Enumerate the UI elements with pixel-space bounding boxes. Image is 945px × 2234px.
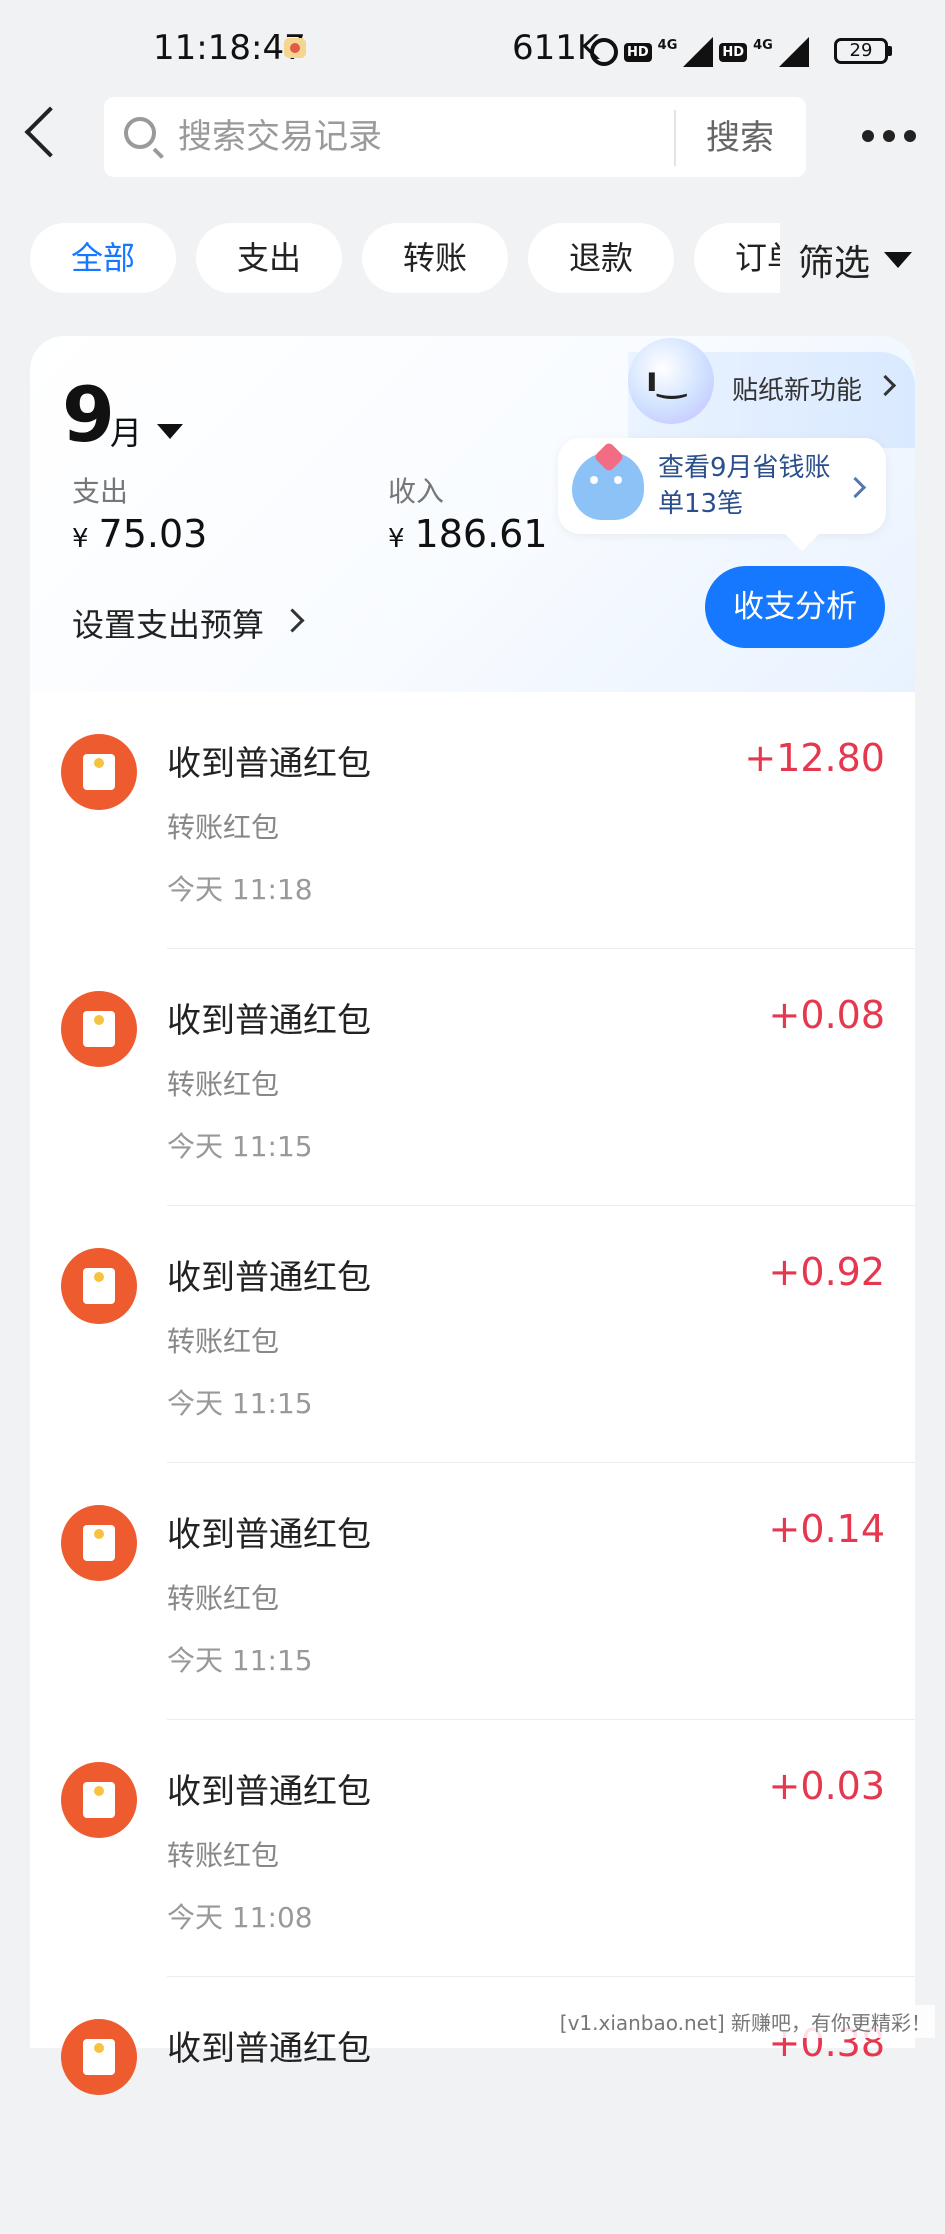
transaction-time: 今天 11:15 — [167, 1644, 313, 1677]
transaction-amount: +0.03 — [768, 1764, 885, 1808]
income-amount: ¥186.61 — [388, 512, 548, 556]
tab-expense[interactable]: 支出 — [196, 223, 342, 293]
filter-button[interactable]: 筛选 — [782, 232, 913, 288]
tab-refund[interactable]: 退款 — [528, 223, 674, 293]
transaction-title: 收到普通红包 — [167, 1001, 371, 1041]
tab-all[interactable]: 全部 — [30, 223, 176, 293]
network-speed: 611K — [512, 28, 600, 68]
list-item[interactable]: 收到普通红包 转账红包 今天 11:15 +0.08 — [30, 949, 915, 1206]
transaction-subtitle: 转账红包 — [167, 1839, 280, 1872]
status-bar: 11:18:47 611K HD 4G HD 4G 29 — [0, 0, 945, 100]
search-button[interactable]: 搜索 — [706, 110, 774, 159]
transaction-title: 收到普通红包 — [167, 1772, 371, 1812]
income-currency: ¥ — [388, 524, 405, 554]
red-packet-icon — [61, 991, 137, 1067]
list-item[interactable]: 收到普通红包 转账红包 今天 11:15 +0.14 — [30, 1463, 915, 1720]
network-type-2: 4G — [753, 37, 773, 53]
savings-bill-text[interactable]: 查看9月省钱账单13笔 — [658, 450, 848, 522]
expense-value: 75.03 — [98, 512, 208, 556]
transaction-time: 今天 11:15 — [167, 1130, 313, 1163]
transaction-list: 收到普通红包 转账红包 今天 11:18 +12.80 收到普通红包 转账红包 … — [30, 692, 915, 2095]
hd-badge-2: HD — [719, 42, 748, 62]
status-time: 11:18:47 — [153, 28, 306, 68]
search-icon — [124, 117, 156, 149]
month-caret-down-icon[interactable] — [157, 424, 183, 439]
transaction-subtitle: 转账红包 — [167, 1325, 280, 1358]
transaction-subtitle: 转账红包 — [167, 1068, 280, 1101]
red-packet-icon — [61, 1505, 137, 1581]
expense-amount: ¥75.03 — [72, 512, 207, 556]
search-divider — [674, 110, 676, 166]
signal-icon-2 — [778, 37, 809, 67]
tab-order[interactable]: 订单 — [694, 223, 780, 293]
transaction-title: 收到普通红包 — [167, 744, 371, 784]
tab-transfer[interactable]: 转账 — [362, 223, 508, 293]
transaction-time: 今天 11:08 — [167, 1901, 313, 1934]
filter-label: 筛选 — [798, 243, 871, 284]
red-packet-icon — [61, 1762, 137, 1838]
caret-down-icon — [884, 252, 913, 268]
search-input[interactable] — [178, 110, 658, 164]
transaction-amount: +0.14 — [768, 1507, 885, 1551]
signal-icon-1 — [683, 37, 714, 67]
month-unit[interactable]: 月 — [110, 408, 142, 454]
income-label: 收入 — [388, 475, 445, 508]
status-icons: HD 4G HD 4G — [590, 32, 809, 72]
income-value: 186.61 — [414, 512, 548, 556]
transaction-title: 收到普通红包 — [167, 2029, 371, 2069]
network-type-1: 4G — [657, 37, 678, 53]
hd-badge-1: HD — [624, 42, 652, 62]
battery-tip — [888, 46, 892, 56]
transaction-time: 今天 11:15 — [167, 1387, 313, 1420]
filter-tabs: 全部 支出 转账 退款 订单 — [30, 223, 780, 295]
more-dots-icon[interactable] — [862, 130, 916, 142]
transaction-title: 收到普通红包 — [167, 1258, 371, 1298]
transaction-title: 收到普通红包 — [167, 1515, 371, 1555]
transaction-amount: +12.80 — [744, 736, 885, 780]
red-packet-icon — [61, 734, 137, 810]
income-expense-analysis-button[interactable]: 收支分析 — [705, 566, 885, 648]
transaction-time: 今天 11:18 — [167, 873, 313, 906]
list-item[interactable]: 收到普通红包 转账红包 今天 11:18 +12.80 — [30, 692, 915, 949]
expense-label: 支出 — [72, 475, 129, 508]
battery-icon: 29 — [834, 38, 888, 64]
transaction-amount: +0.08 — [768, 993, 885, 1037]
month-number[interactable]: 9 — [62, 370, 115, 459]
expense-currency: ¥ — [72, 524, 89, 554]
smiley-face-icon: ı‿ — [646, 360, 686, 400]
piggy-bank-icon — [572, 452, 644, 520]
set-budget-link[interactable]: 设置支出预算 — [72, 600, 264, 646]
red-packet-icon — [61, 1248, 137, 1324]
sticker-feature-label[interactable]: 贴纸新功能 — [732, 370, 862, 407]
transaction-subtitle: 转账红包 — [167, 811, 280, 844]
red-packet-icon — [61, 2019, 137, 2095]
transaction-subtitle: 转账红包 — [167, 1582, 280, 1615]
notification-eye-icon — [284, 38, 306, 58]
list-item[interactable]: 收到普通红包 转账红包 今天 11:08 +0.03 — [30, 1720, 915, 1977]
watermark-text: [v1.xianbao.net] 新赚吧，有你更精彩！ — [555, 2005, 935, 2038]
alarm-icon — [590, 38, 618, 66]
list-item[interactable]: 收到普通红包 转账红包 今天 11:15 +0.92 — [30, 1206, 915, 1463]
transaction-amount: +0.92 — [768, 1250, 885, 1294]
